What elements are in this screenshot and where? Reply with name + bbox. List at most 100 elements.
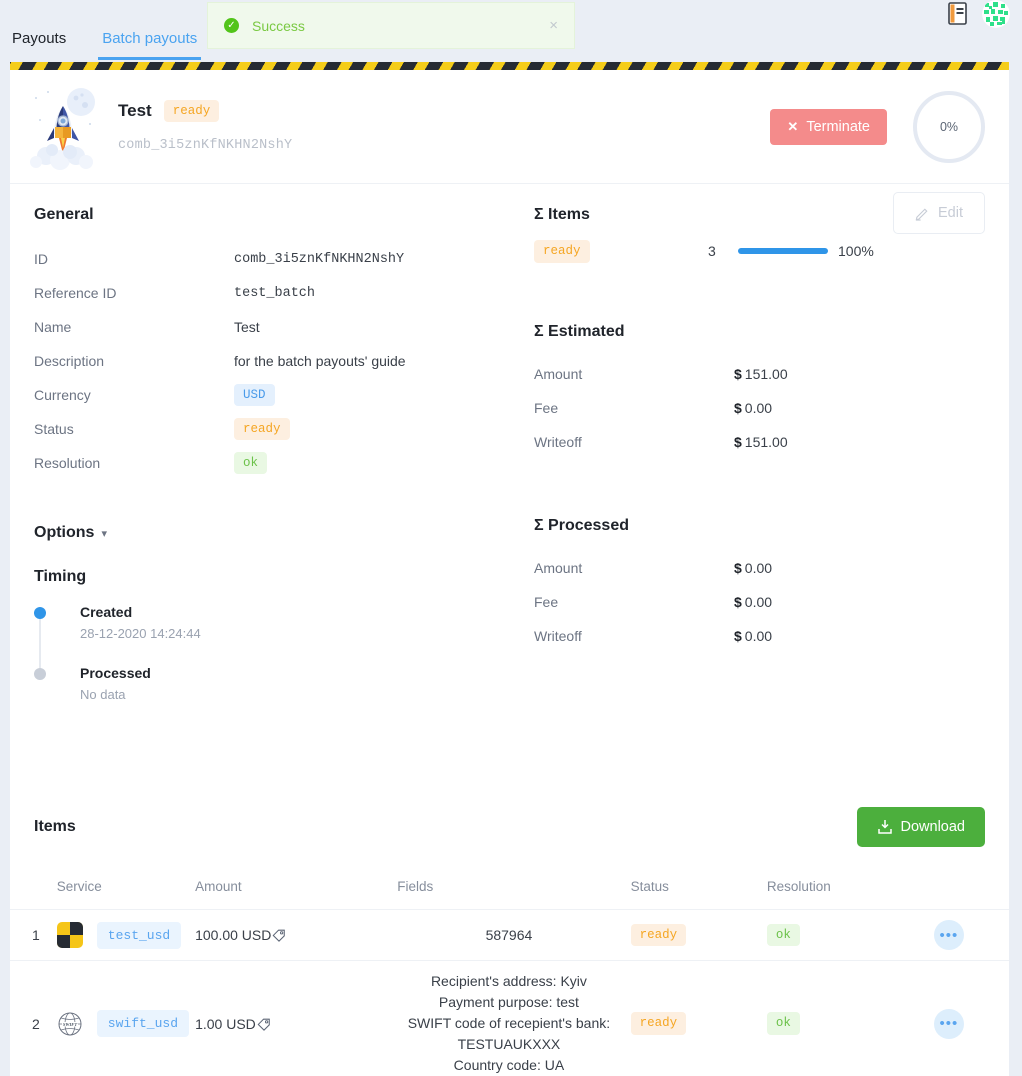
tab-batch-payouts[interactable]: Batch payouts: [98, 30, 202, 60]
field-value: test_batch: [234, 285, 316, 301]
more-options-icon[interactable]: •••: [933, 920, 964, 950]
book-icon-svg: [948, 2, 967, 25]
row-fields: 587964: [397, 909, 621, 961]
table-row[interactable]: 1 test_usd 100.00 USD 587964 ready ok ••…: [10, 909, 1009, 961]
general-row-description: Description for the batch payouts' guide: [34, 344, 534, 378]
edit-button[interactable]: Edit: [893, 192, 985, 234]
timeline-event-processed: Processed No data: [34, 665, 534, 702]
checker-square-icon: [56, 922, 83, 948]
download-button[interactable]: Download: [856, 807, 985, 847]
field-line: 587964: [485, 926, 533, 943]
terminate-label: Terminate: [806, 118, 870, 135]
timeline-value: 28-12-2020 14:24:44: [80, 626, 201, 641]
field-label: Fee: [534, 593, 559, 610]
options-label: Options: [34, 524, 95, 541]
general-row-id: ID comb_3i5znKfNKHN2NshY: [34, 242, 534, 276]
batch-payout-card: Test ready comb_3i5znKfNKHN2NshY ✕ Termi…: [10, 62, 1009, 1076]
field-line: Payment purpose: test: [438, 994, 579, 1010]
field-line: Recipient's address: Kyiv: [430, 973, 587, 989]
service-badge[interactable]: test_usd: [96, 921, 182, 949]
row-service: SWIFT swift_usd: [56, 960, 196, 1076]
close-icon[interactable]: ×: [549, 17, 558, 34]
user-avatar-identicon-svg: [982, 0, 1010, 28]
field-label: Amount: [534, 365, 583, 382]
terminate-button[interactable]: ✕ Terminate: [770, 108, 887, 145]
resolution-badge: ok: [766, 923, 800, 947]
row-actions: •••: [907, 960, 1009, 1076]
row-status: ready: [620, 960, 759, 1076]
resolution-badge: ok: [766, 1012, 800, 1035]
processed-section: Σ Processed Amount $0.00 Fee $0.00 Write…: [534, 517, 985, 653]
processed-heading: Σ Processed: [534, 516, 629, 534]
row-fields: Recipient's address: Kyiv Payment purpos…: [397, 960, 621, 1076]
timeline-rail: [39, 616, 41, 668]
field-value: Test: [234, 319, 260, 335]
processed-row-writeoff: Writeoff $0.00: [534, 619, 985, 653]
pencil-icon: [915, 207, 928, 221]
summary-column: Edit Σ Items ready 3 100% Σ Estimated Am…: [534, 192, 985, 726]
general-row-reference-id: Reference ID test_batch: [34, 276, 534, 310]
items-count: 3: [708, 243, 716, 260]
resolution-badge: ok: [234, 451, 268, 475]
header-actions: ✕ Terminate 0%: [770, 90, 985, 163]
row-status: ready: [620, 909, 759, 961]
status-badge: ready: [630, 923, 687, 947]
estimated-row-fee: Fee $0.00: [534, 391, 985, 425]
more-options-icon[interactable]: •••: [933, 1008, 964, 1039]
swift-globe-icon: SWIFT: [58, 1012, 82, 1035]
field-label: Resolution: [34, 455, 101, 471]
rocket-launch-illustration: [30, 87, 95, 170]
timing-heading: Timing: [34, 568, 87, 585]
estimated-row-writeoff: Writeoff $151.00: [534, 425, 985, 459]
price-tag-icon[interactable]: [272, 928, 286, 942]
table-row[interactable]: 2 SWIFT swift_usd 1.00 USD Recipient's a…: [10, 960, 1009, 1076]
timeline-dot-inactive: [34, 668, 46, 680]
service-badge[interactable]: swift_usd: [96, 1010, 190, 1037]
edit-label: Edit: [938, 205, 963, 221]
items-progress-bar: [738, 248, 828, 255]
success-toast: ✓ Success ×: [207, 2, 575, 49]
header-batch-id: comb_3i5znKfNKHN2NshY: [118, 138, 293, 154]
table-header-row: Service Amount Fields Status Resolution: [10, 862, 1009, 910]
avatar[interactable]: [982, 0, 1010, 28]
field-label: Amount: [534, 559, 583, 576]
field-value: $0.00: [734, 627, 773, 644]
field-line: Country code: UA: [453, 1057, 565, 1073]
timeline-event-created: Created 28-12-2020 14:24:44: [34, 604, 534, 641]
row-amount: 1.00 USD: [195, 960, 398, 1076]
check-circle-icon: ✓: [224, 18, 239, 33]
field-line: SWIFT code of recepient's bank:: [407, 1015, 611, 1031]
card-body: General ID comb_3i5znKfNKHN2NshY Referen…: [10, 184, 1009, 726]
timeline: Created 28-12-2020 14:24:44 Processed No…: [34, 604, 534, 702]
status-badge: ready: [234, 417, 290, 441]
hazard-stripe-bar: [10, 62, 1009, 70]
field-label: Writeoff: [534, 627, 582, 644]
field-line: TESTUAUKXXX: [457, 1036, 561, 1052]
download-icon: [877, 820, 892, 834]
timeline-label: Processed: [80, 665, 151, 681]
field-value: $151.00: [734, 365, 788, 382]
book-icon[interactable]: [948, 2, 968, 26]
timing-section: Timing Created 28-12-2020 14:24:44 Proce…: [34, 568, 534, 702]
processed-row-fee: Fee $0.00: [534, 585, 985, 619]
general-row-resolution: Resolution ok: [34, 446, 534, 480]
col-actions: [907, 862, 1009, 910]
general-row-name: Name Test: [34, 310, 534, 344]
tab-payouts[interactable]: Payouts: [8, 30, 70, 57]
estimated-heading: Σ Estimated: [534, 322, 625, 340]
status-badge: ready: [630, 1012, 687, 1035]
svg-text:SWIFT: SWIFT: [63, 1021, 77, 1026]
close-x-icon: ✕: [787, 118, 799, 134]
timeline-dot-active: [34, 607, 46, 619]
amount-value: 1.00 USD: [195, 1015, 256, 1032]
processed-row-amount: Amount $0.00: [534, 551, 985, 585]
estimated-row-amount: Amount $151.00: [534, 357, 985, 391]
field-label: Writeoff: [534, 433, 582, 450]
items-status-badge: ready: [534, 240, 590, 263]
options-toggle[interactable]: Options ▾: [34, 524, 534, 542]
field-value: $0.00: [734, 399, 773, 416]
col-fields: Fields: [397, 862, 621, 910]
header-title-block: Test ready comb_3i5znKfNKHN2NshY: [118, 99, 293, 154]
price-tag-icon[interactable]: [257, 1017, 271, 1031]
page-title: Test: [118, 101, 152, 120]
